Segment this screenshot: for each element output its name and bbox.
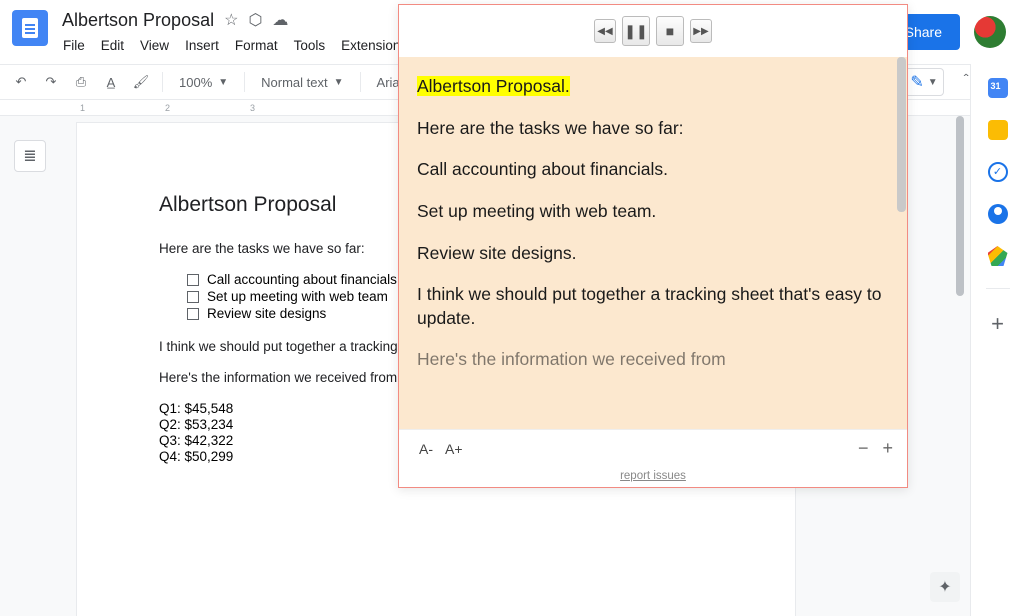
toolbar-separator <box>162 72 163 92</box>
reader-scrollbar[interactable] <box>897 57 906 212</box>
reader-footer: A- A+ − + <box>399 429 907 467</box>
checkbox-icon[interactable] <box>187 291 199 303</box>
scrollbar-thumb[interactable] <box>956 116 964 296</box>
maps-icon[interactable] <box>988 246 1008 266</box>
reader-line: Here are the tasks we have so far: <box>417 117 889 141</box>
menu-insert[interactable]: Insert <box>178 34 226 57</box>
screen-reader-panel: ◀◀ ❚❚ ■ ▶▶ Albertson Proposal. Here are … <box>398 4 908 488</box>
calendar-icon[interactable] <box>988 78 1008 98</box>
menu-view[interactable]: View <box>133 34 176 57</box>
font-decrease-button[interactable]: A- <box>413 439 439 459</box>
reader-line: Review site designs. <box>417 242 889 266</box>
style-dropdown[interactable]: Normal text▼ <box>253 69 351 95</box>
menu-tools[interactable]: Tools <box>287 34 333 57</box>
keep-icon[interactable] <box>988 120 1008 140</box>
forward-icon[interactable]: ▶▶ <box>690 19 712 43</box>
star-icon[interactable]: ☆ <box>224 10 238 30</box>
menu-format[interactable]: Format <box>228 34 285 57</box>
checkbox-icon[interactable] <box>187 274 199 286</box>
side-panel: + <box>970 64 1024 616</box>
reader-controls: ◀◀ ❚❚ ■ ▶▶ <box>399 5 907 57</box>
report-issues-link[interactable]: report issues <box>399 467 907 487</box>
redo-icon[interactable]: ↷ <box>38 69 64 95</box>
pause-icon[interactable]: ❚❚ <box>622 16 650 46</box>
checkbox-icon[interactable] <box>187 308 199 320</box>
reader-line: Set up meeting with web team. <box>417 200 889 224</box>
spellcheck-icon[interactable]: A̲ <box>98 69 124 95</box>
toolbar-separator <box>360 72 361 92</box>
toolbar-separator <box>244 72 245 92</box>
tasks-icon[interactable] <box>988 162 1008 182</box>
reader-line: Call accounting about financials. <box>417 158 889 182</box>
reader-line: I think we should put together a trackin… <box>417 283 889 330</box>
collapse-toolbar-icon[interactable]: ＾ <box>952 68 980 96</box>
menu-file[interactable]: File <box>56 34 92 57</box>
stop-icon[interactable]: ■ <box>656 16 684 46</box>
paint-format-icon[interactable]: 🖌 <box>128 69 154 95</box>
reader-text-body[interactable]: Albertson Proposal. Here are the tasks w… <box>399 57 907 429</box>
cloud-status-icon[interactable]: ☁ <box>272 10 288 30</box>
font-increase-button[interactable]: A+ <box>439 439 469 459</box>
side-divider <box>986 288 1010 289</box>
move-icon[interactable]: ⬡ <box>248 10 262 30</box>
explore-icon[interactable]: ✦ <box>930 572 960 602</box>
mode-dropdown[interactable]: ✎▼ <box>904 68 944 96</box>
zoom-in-icon[interactable]: + <box>882 438 893 459</box>
contacts-icon[interactable] <box>988 204 1008 224</box>
reader-line: Here's the information we received from <box>417 348 889 372</box>
print-icon[interactable]: ⎙ <box>68 69 94 95</box>
rewind-icon[interactable]: ◀◀ <box>594 19 616 43</box>
undo-icon[interactable]: ↶ <box>8 69 34 95</box>
account-avatar[interactable] <box>974 16 1006 48</box>
zoom-out-icon[interactable]: − <box>858 438 869 459</box>
zoom-dropdown[interactable]: 100%▼ <box>171 69 236 95</box>
outline-toggle-icon[interactable]: ≣ <box>14 140 46 172</box>
menu-edit[interactable]: Edit <box>94 34 131 57</box>
docs-logo-icon[interactable] <box>12 10 48 46</box>
document-title[interactable]: Albertson Proposal <box>56 10 220 31</box>
add-addon-icon[interactable]: + <box>991 311 1004 337</box>
reader-highlighted-line: Albertson Proposal. <box>417 76 570 96</box>
